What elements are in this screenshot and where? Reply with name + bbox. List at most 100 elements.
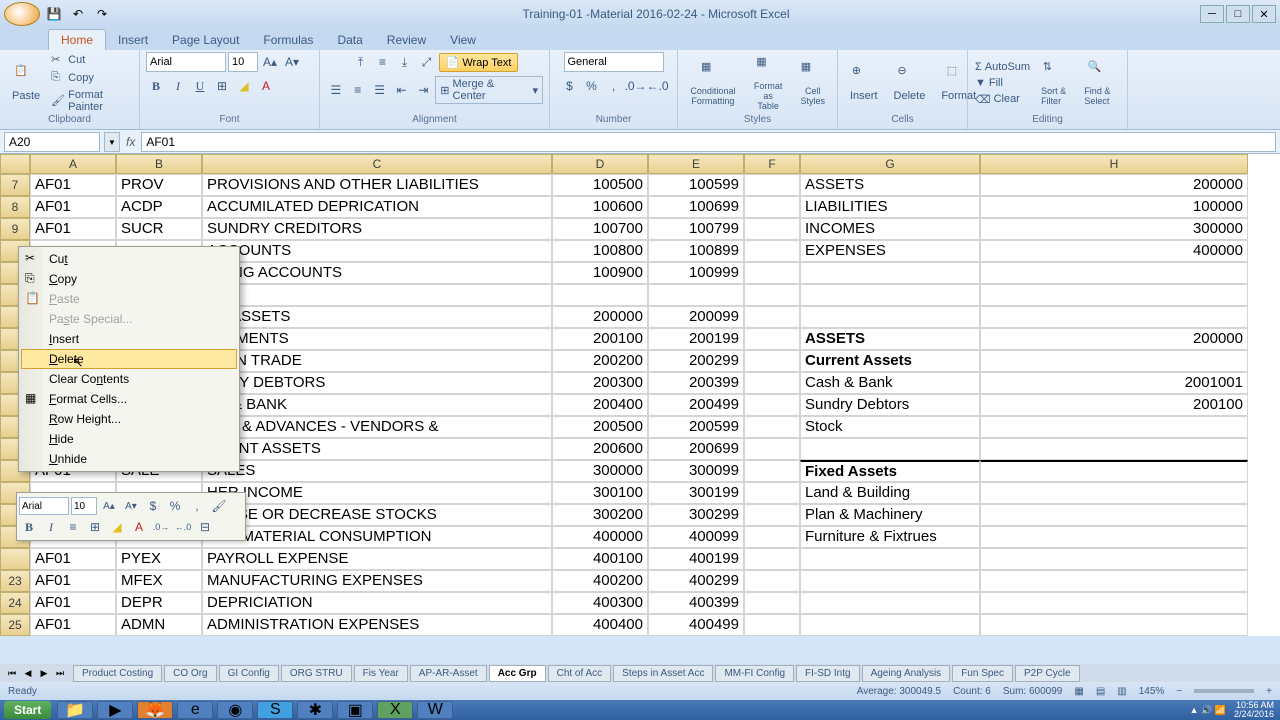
cell[interactable] [980, 504, 1248, 526]
ribbon-tab-view[interactable]: View [438, 30, 488, 50]
cell[interactable]: EXPENSES [800, 240, 980, 262]
cell[interactable] [980, 548, 1248, 570]
cell[interactable] [800, 548, 980, 570]
cell[interactable] [744, 570, 800, 592]
delete-cells-button[interactable]: ⊖Delete [888, 62, 932, 104]
taskbar-app2[interactable]: ▣ [337, 701, 373, 719]
cell[interactable]: SUCR [116, 218, 202, 240]
taskbar-skype[interactable]: S [257, 701, 293, 719]
cell[interactable] [744, 372, 800, 394]
name-box-dropdown[interactable]: ▼ [104, 132, 120, 152]
row-header[interactable]: 9 [0, 218, 30, 240]
cell[interactable]: 300000 [552, 460, 648, 482]
cell[interactable]: Sundry Debtors [800, 394, 980, 416]
ribbon-tab-page-layout[interactable]: Page Layout [160, 30, 251, 50]
qat-undo[interactable]: ↶ [68, 4, 88, 24]
sheet-tab-product-costing[interactable]: Product Costing [73, 665, 162, 682]
view-layout-button[interactable]: ▤ [1096, 686, 1105, 697]
cell[interactable]: 200399 [648, 372, 744, 394]
mini-comma[interactable]: , [187, 496, 207, 516]
font-size-combo[interactable] [228, 52, 258, 72]
cell[interactable] [744, 350, 800, 372]
cell[interactable]: 200299 [648, 350, 744, 372]
cell[interactable]: 200099 [648, 306, 744, 328]
tray-icons[interactable]: ▲ 🔊 📶 [1190, 705, 1226, 716]
number-format-combo[interactable] [564, 52, 664, 72]
format-painter-button[interactable]: 🖌Format Painter [50, 88, 133, 114]
mini-font-color[interactable]: A [129, 517, 149, 537]
cell[interactable]: MFEX [116, 570, 202, 592]
increase-decimal-button[interactable]: .0→ [626, 76, 646, 96]
sheet-tab-cht-of-acc[interactable]: Cht of Acc [548, 665, 612, 682]
cell[interactable] [800, 438, 980, 460]
sheet-tab-steps-in-asset-acc[interactable]: Steps in Asset Acc [613, 665, 713, 682]
sheet-next[interactable]: ▶ [36, 668, 52, 679]
ribbon-tab-home[interactable]: Home [48, 29, 106, 50]
cell[interactable]: 200599 [648, 416, 744, 438]
cell[interactable]: ADMINISTRATION EXPENSES [202, 614, 552, 636]
fx-button[interactable]: fx [120, 135, 141, 149]
zoom-level[interactable]: 145% [1139, 686, 1165, 697]
cell[interactable]: 200000 [552, 306, 648, 328]
cell[interactable]: 100000 [980, 196, 1248, 218]
cell[interactable]: PYEX [116, 548, 202, 570]
cell[interactable]: RAWMATERIAL CONSUMPTION [202, 526, 552, 548]
row-header[interactable] [0, 548, 30, 570]
cell[interactable] [744, 328, 800, 350]
cell[interactable] [800, 614, 980, 636]
mini-brush[interactable]: 🖌 [209, 496, 229, 516]
cell[interactable]: 300099 [648, 460, 744, 482]
cell[interactable]: RRENT ASSETS [202, 438, 552, 460]
cut-button[interactable]: ✂Cut [50, 52, 133, 68]
decrease-indent-button[interactable]: ⇤ [392, 80, 412, 100]
cell[interactable] [744, 526, 800, 548]
cell[interactable] [744, 416, 800, 438]
qat-redo[interactable]: ↷ [92, 4, 112, 24]
context-clear-contents[interactable]: Clear Contents [21, 369, 237, 389]
cell[interactable]: ACDP [116, 196, 202, 218]
ribbon-tab-review[interactable]: Review [375, 30, 438, 50]
cell[interactable] [800, 570, 980, 592]
sheet-tab-fis-year[interactable]: Fis Year [354, 665, 408, 682]
align-top-button[interactable]: ⤒ [351, 52, 371, 72]
cell[interactable]: Current Assets [800, 350, 980, 372]
cell[interactable] [744, 306, 800, 328]
cell[interactable] [980, 614, 1248, 636]
cell[interactable]: 300299 [648, 504, 744, 526]
mini-center[interactable]: ≡ [63, 517, 83, 537]
sheet-tab-mm-fi-config[interactable]: MM-FI Config [715, 665, 794, 682]
cell[interactable]: HER INCOME [202, 482, 552, 504]
taskbar-explorer[interactable]: 📁 [57, 701, 93, 719]
cell[interactable]: CK IN TRADE [202, 350, 552, 372]
cell[interactable]: 400400 [552, 614, 648, 636]
cell[interactable]: INCOMES [800, 218, 980, 240]
mini-borders[interactable]: ⊞ [85, 517, 105, 537]
cell[interactable]: 2001001 [980, 372, 1248, 394]
cell[interactable] [980, 438, 1248, 460]
cell[interactable]: AF01 [30, 570, 116, 592]
cell[interactable]: 300000 [980, 218, 1248, 240]
insert-cells-button[interactable]: ⊕Insert [844, 62, 884, 104]
sheet-prev[interactable]: ◀ [20, 668, 36, 679]
cell[interactable]: AF01 [30, 196, 116, 218]
shrink-font-button[interactable]: A▾ [282, 52, 302, 72]
context-row-height[interactable]: Row Height... [21, 409, 237, 429]
font-color-button[interactable]: A [256, 76, 276, 96]
row-header[interactable]: 25 [0, 614, 30, 636]
cell[interactable]: 100500 [552, 174, 648, 196]
find-select-button[interactable]: 🔍Find & Select [1078, 58, 1121, 108]
cell[interactable]: 300200 [552, 504, 648, 526]
cell[interactable]: DEPR [116, 592, 202, 614]
cell[interactable]: MANUFACTURING EXPENSES [202, 570, 552, 592]
cell[interactable] [648, 284, 744, 306]
sheet-tab-acc-grp[interactable]: Acc Grp [489, 665, 546, 682]
zoom-slider[interactable] [1194, 689, 1254, 693]
sheet-tab-ap-ar-asset[interactable]: AP-AR-Asset [410, 665, 487, 682]
cell[interactable]: ANS & ADVANCES - VENDORS & [202, 416, 552, 438]
bold-button[interactable]: B [146, 76, 166, 96]
mini-dec-decimal[interactable]: ←.0 [173, 517, 193, 537]
cell[interactable] [744, 504, 800, 526]
cell[interactable] [552, 284, 648, 306]
currency-button[interactable]: $ [560, 76, 580, 96]
formula-bar-input[interactable] [141, 132, 1276, 152]
